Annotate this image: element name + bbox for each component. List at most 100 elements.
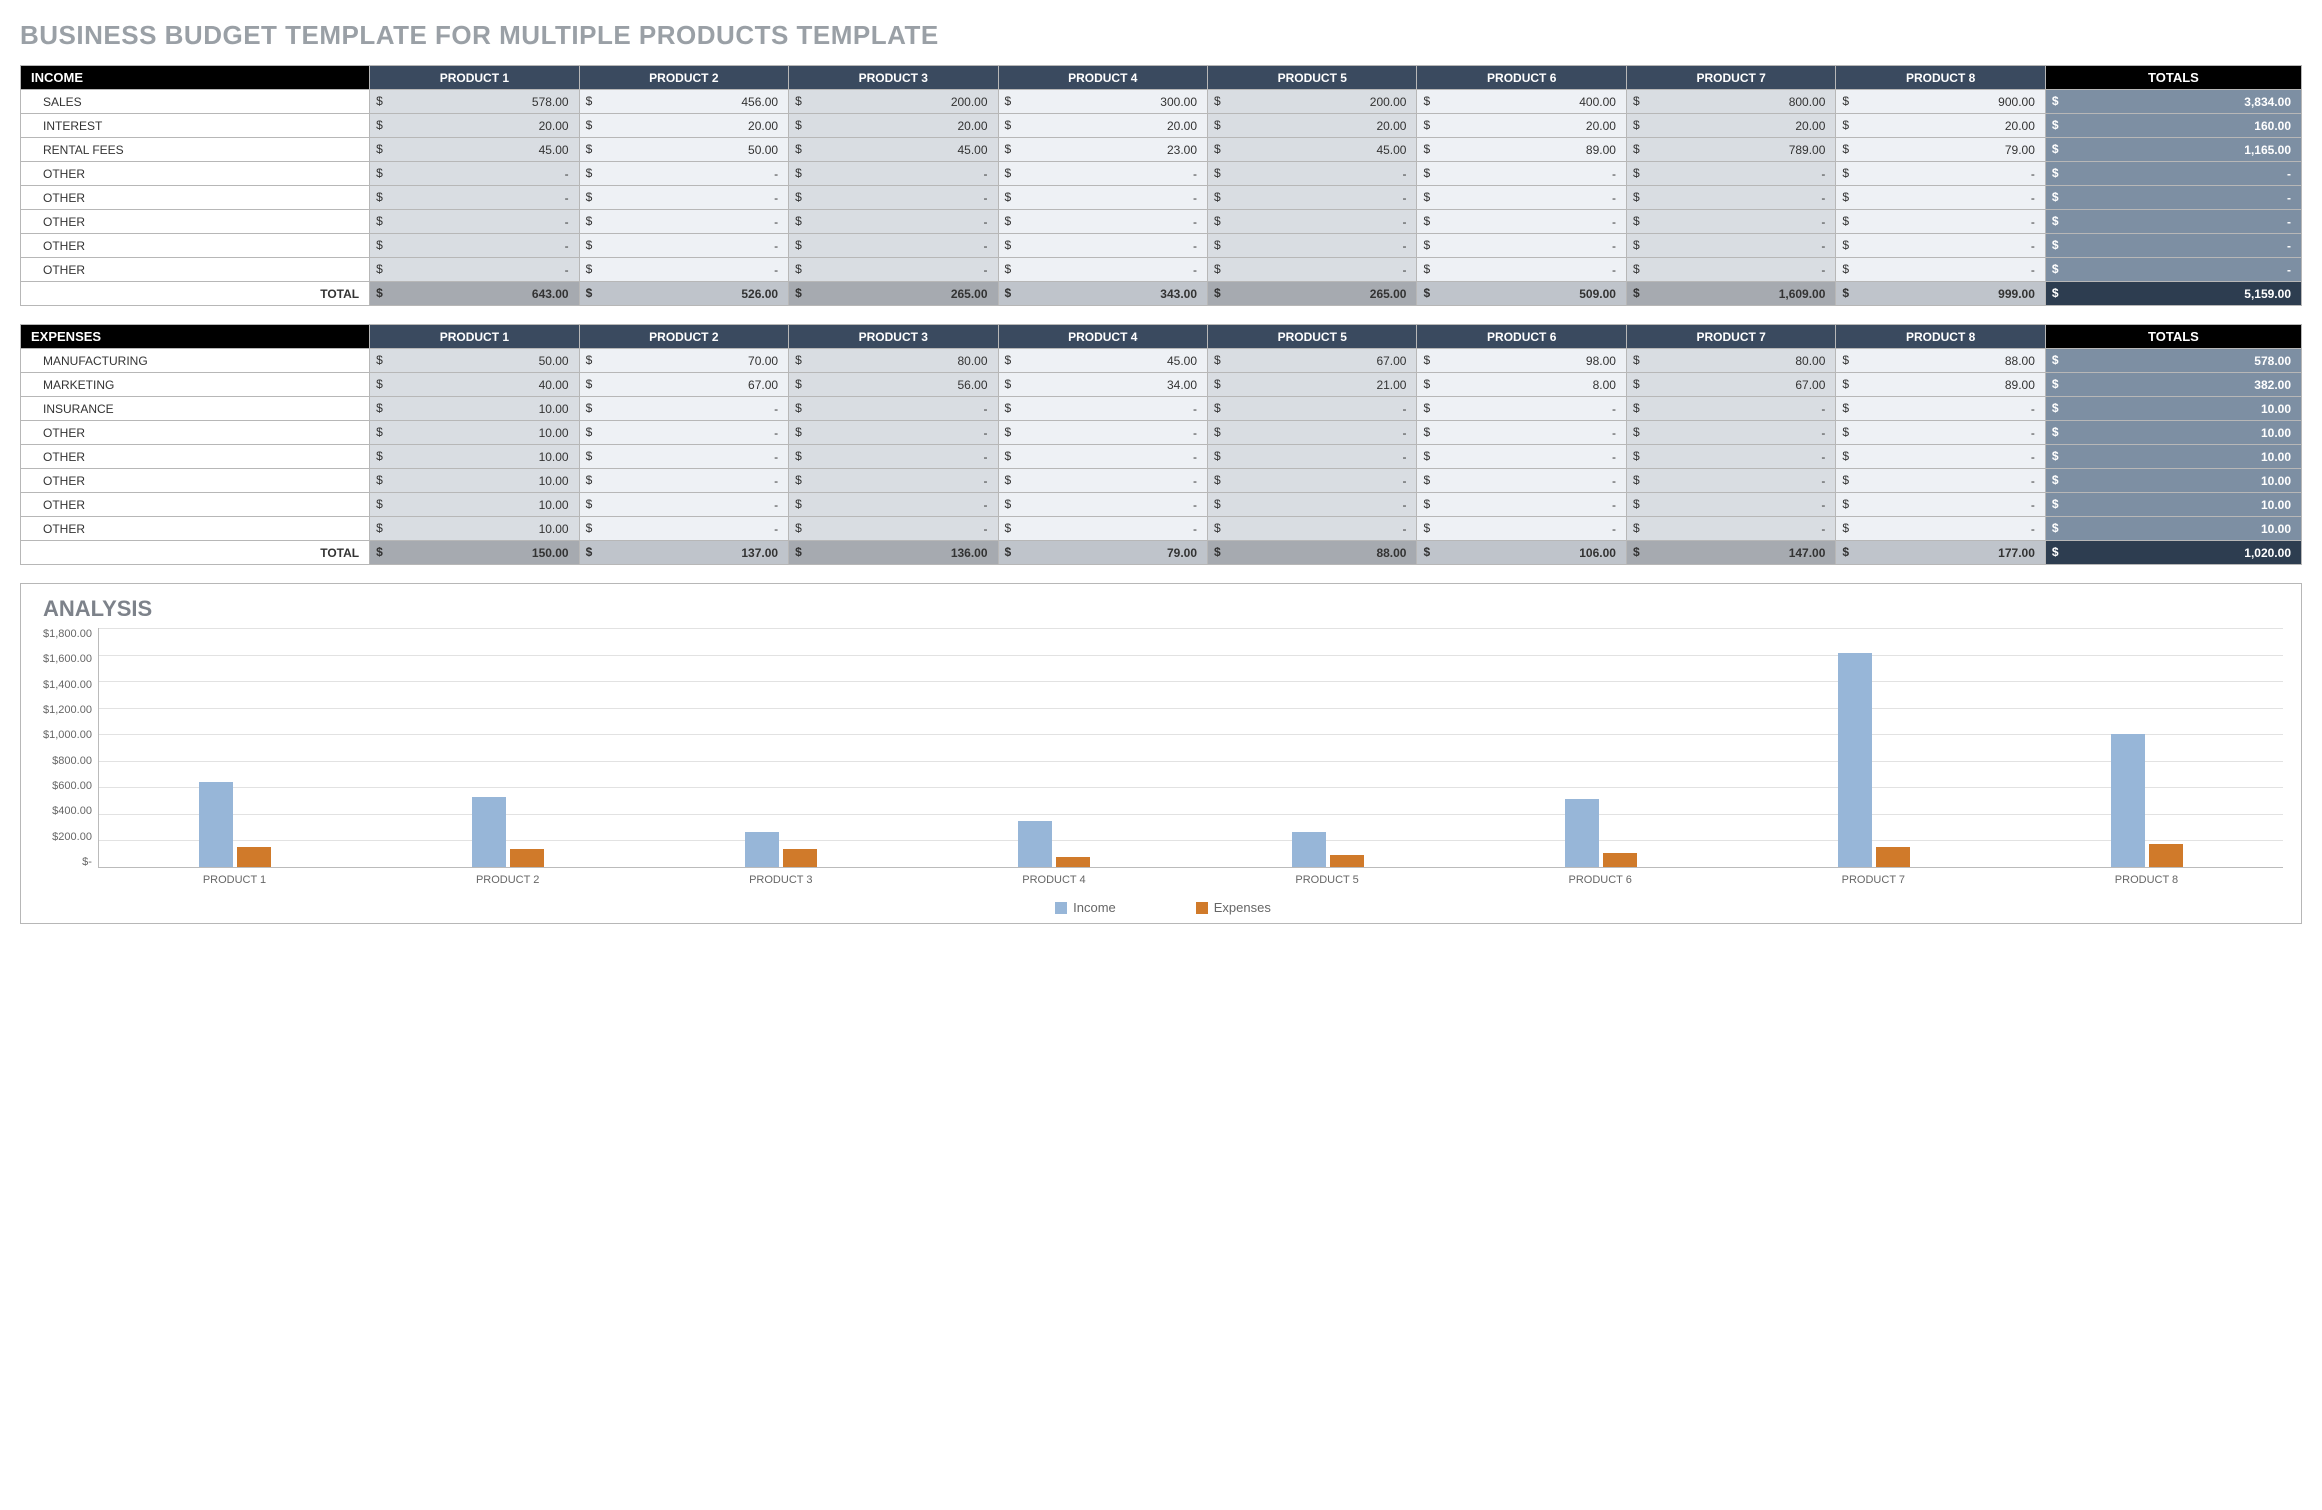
expenses-cell[interactable]: $- <box>998 493 1207 517</box>
expenses-cell[interactable]: $- <box>1208 421 1417 445</box>
expenses-cell[interactable]: $- <box>1417 421 1626 445</box>
income-cell[interactable]: $- <box>789 210 998 234</box>
expenses-cell[interactable]: $10.00 <box>370 517 579 541</box>
income-cell[interactable]: $- <box>1836 186 2045 210</box>
income-cell[interactable]: $- <box>1626 162 1835 186</box>
income-cell[interactable]: $456.00 <box>579 90 788 114</box>
expenses-cell[interactable]: $- <box>998 469 1207 493</box>
expenses-cell[interactable]: $- <box>1208 469 1417 493</box>
income-cell[interactable]: $- <box>1836 210 2045 234</box>
expenses-cell[interactable]: $- <box>789 469 998 493</box>
expenses-cell[interactable]: $- <box>579 517 788 541</box>
expenses-cell[interactable]: $- <box>1836 493 2045 517</box>
income-cell[interactable]: $23.00 <box>998 138 1207 162</box>
income-cell[interactable]: $- <box>579 258 788 282</box>
expenses-cell[interactable]: $- <box>998 445 1207 469</box>
expenses-cell[interactable]: $- <box>1626 445 1835 469</box>
expenses-cell[interactable]: $- <box>789 517 998 541</box>
income-cell[interactable]: $79.00 <box>1836 138 2045 162</box>
expenses-cell[interactable]: $70.00 <box>579 349 788 373</box>
income-cell[interactable]: $- <box>579 186 788 210</box>
expenses-cell[interactable]: $- <box>998 421 1207 445</box>
expenses-cell[interactable]: $10.00 <box>370 445 579 469</box>
income-cell[interactable]: $20.00 <box>1208 114 1417 138</box>
expenses-cell[interactable]: $67.00 <box>1626 373 1835 397</box>
income-cell[interactable]: $- <box>579 162 788 186</box>
expenses-cell[interactable]: $34.00 <box>998 373 1207 397</box>
income-cell[interactable]: $300.00 <box>998 90 1207 114</box>
income-cell[interactable]: $- <box>789 258 998 282</box>
expenses-cell[interactable]: $- <box>579 397 788 421</box>
income-cell[interactable]: $20.00 <box>579 114 788 138</box>
expenses-cell[interactable]: $- <box>1208 493 1417 517</box>
expenses-cell[interactable]: $- <box>1417 397 1626 421</box>
expenses-cell[interactable]: $- <box>1208 445 1417 469</box>
income-cell[interactable]: $- <box>1208 186 1417 210</box>
income-cell[interactable]: $- <box>1208 234 1417 258</box>
income-cell[interactable]: $800.00 <box>1626 90 1835 114</box>
income-cell[interactable]: $- <box>789 234 998 258</box>
expenses-cell[interactable]: $- <box>789 421 998 445</box>
income-cell[interactable]: $200.00 <box>1208 90 1417 114</box>
income-cell[interactable]: $- <box>579 234 788 258</box>
income-cell[interactable]: $- <box>998 162 1207 186</box>
expenses-cell[interactable]: $- <box>1417 493 1626 517</box>
expenses-cell[interactable]: $- <box>1626 493 1835 517</box>
income-cell[interactable]: $- <box>1836 234 2045 258</box>
income-cell[interactable]: $- <box>1626 258 1835 282</box>
income-cell[interactable]: $45.00 <box>1208 138 1417 162</box>
expenses-cell[interactable]: $- <box>1208 397 1417 421</box>
income-cell[interactable]: $- <box>998 258 1207 282</box>
income-cell[interactable]: $789.00 <box>1626 138 1835 162</box>
expenses-cell[interactable]: $50.00 <box>370 349 579 373</box>
expenses-cell[interactable]: $80.00 <box>789 349 998 373</box>
expenses-cell[interactable]: $- <box>579 445 788 469</box>
income-cell[interactable]: $- <box>1626 186 1835 210</box>
expenses-cell[interactable]: $88.00 <box>1836 349 2045 373</box>
income-cell[interactable]: $- <box>789 186 998 210</box>
expenses-cell[interactable]: $- <box>998 397 1207 421</box>
income-cell[interactable]: $- <box>1208 258 1417 282</box>
income-cell[interactable]: $900.00 <box>1836 90 2045 114</box>
income-cell[interactable]: $- <box>1417 162 1626 186</box>
income-cell[interactable]: $- <box>1208 210 1417 234</box>
expenses-cell[interactable]: $10.00 <box>370 421 579 445</box>
expenses-cell[interactable]: $- <box>1626 421 1835 445</box>
expenses-cell[interactable]: $- <box>1626 397 1835 421</box>
expenses-cell[interactable]: $89.00 <box>1836 373 2045 397</box>
expenses-cell[interactable]: $8.00 <box>1417 373 1626 397</box>
income-cell[interactable]: $- <box>1836 162 2045 186</box>
income-cell[interactable]: $- <box>789 162 998 186</box>
expenses-cell[interactable]: $- <box>1836 397 2045 421</box>
income-cell[interactable]: $- <box>1417 234 1626 258</box>
income-cell[interactable]: $- <box>1417 186 1626 210</box>
income-cell[interactable]: $- <box>370 210 579 234</box>
expenses-cell[interactable]: $40.00 <box>370 373 579 397</box>
expenses-cell[interactable]: $- <box>789 397 998 421</box>
income-cell[interactable]: $20.00 <box>789 114 998 138</box>
expenses-cell[interactable]: $- <box>1417 517 1626 541</box>
income-cell[interactable]: $578.00 <box>370 90 579 114</box>
expenses-cell[interactable]: $- <box>789 445 998 469</box>
expenses-cell[interactable]: $- <box>1208 517 1417 541</box>
expenses-cell[interactable]: $- <box>1836 445 2045 469</box>
income-cell[interactable]: $- <box>1836 258 2045 282</box>
income-cell[interactable]: $20.00 <box>998 114 1207 138</box>
expenses-cell[interactable]: $- <box>1836 469 2045 493</box>
income-cell[interactable]: $20.00 <box>370 114 579 138</box>
income-cell[interactable]: $- <box>370 234 579 258</box>
income-cell[interactable]: $- <box>370 258 579 282</box>
income-cell[interactable]: $50.00 <box>579 138 788 162</box>
expenses-cell[interactable]: $10.00 <box>370 397 579 421</box>
income-cell[interactable]: $- <box>998 186 1207 210</box>
expenses-cell[interactable]: $- <box>1836 517 2045 541</box>
income-cell[interactable]: $89.00 <box>1417 138 1626 162</box>
expenses-cell[interactable]: $- <box>1836 421 2045 445</box>
income-cell[interactable]: $- <box>1208 162 1417 186</box>
expenses-cell[interactable]: $45.00 <box>998 349 1207 373</box>
expenses-cell[interactable]: $- <box>1417 445 1626 469</box>
expenses-cell[interactable]: $- <box>1626 469 1835 493</box>
expenses-cell[interactable]: $98.00 <box>1417 349 1626 373</box>
expenses-cell[interactable]: $- <box>1626 517 1835 541</box>
expenses-cell[interactable]: $21.00 <box>1208 373 1417 397</box>
